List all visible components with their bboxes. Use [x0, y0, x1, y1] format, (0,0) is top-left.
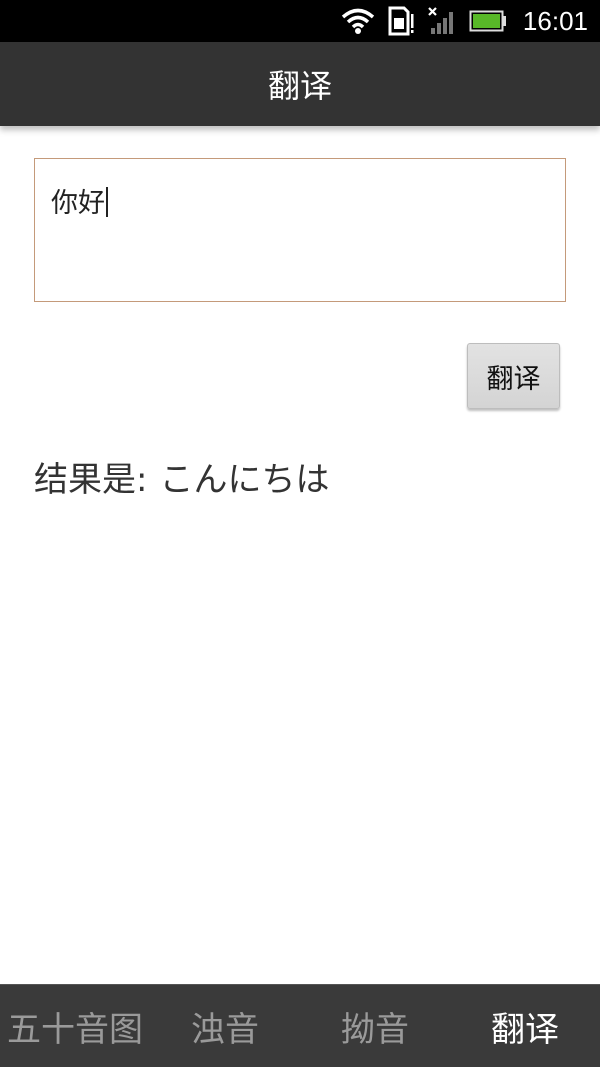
tab-youon[interactable]: 拗音: [300, 985, 450, 1067]
title-bar: 翻译: [0, 42, 600, 126]
wifi-icon: [341, 0, 375, 42]
no-signal-icon: [427, 0, 457, 42]
battery-icon: [469, 0, 507, 42]
bottom-tab-bar: 五十音图 浊音 拗音 翻译: [0, 984, 600, 1067]
result-text: 结果是: こんにちは: [34, 452, 329, 501]
page-title: 翻译: [267, 67, 332, 105]
tab-dakuon[interactable]: 浊音: [150, 985, 300, 1067]
text-input[interactable]: 你好: [34, 158, 566, 302]
tab-translate[interactable]: 翻译: [450, 985, 600, 1067]
app-screen: 16:01 翻译 你好 翻译 结果是: こんにちは 五十音图 浊音 拗音 翻译: [0, 0, 600, 1067]
result-label: 结果是:: [34, 460, 148, 500]
text-cursor: [106, 187, 108, 217]
translate-button[interactable]: 翻译: [467, 343, 560, 409]
result-value: こんにちは: [159, 460, 330, 500]
text-input-value: 你好: [51, 188, 105, 219]
tab-gojuon[interactable]: 五十音图: [0, 985, 150, 1067]
status-time: 16:01: [522, 5, 588, 36]
status-bar: 16:01: [0, 0, 600, 42]
sim-card-icon: [387, 0, 415, 42]
